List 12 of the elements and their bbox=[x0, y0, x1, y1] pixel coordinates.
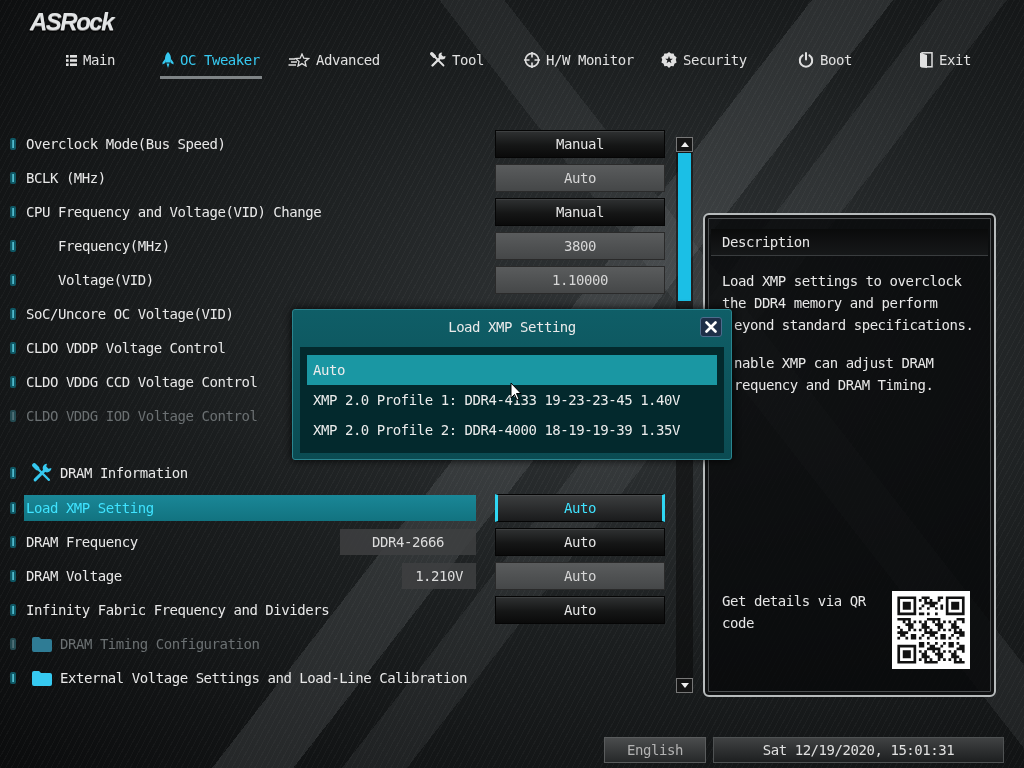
value-readout: 1.210V bbox=[402, 563, 476, 589]
brand-logo: ASRock bbox=[30, 8, 114, 36]
dialog-title: Load XMP Setting bbox=[448, 319, 576, 335]
value-readout: DDR4-2666 bbox=[340, 529, 476, 555]
qr-caption: Get details via QR code bbox=[722, 592, 867, 633]
description-text: Load XMP settings to overclock bbox=[722, 273, 963, 289]
description-text: nable XMP can adjust DRAM bbox=[733, 355, 935, 371]
date-time-display: Sat 12/19/2020, 15:01:31 bbox=[713, 737, 1004, 763]
description-text: requency and DRAM Timing. bbox=[733, 377, 935, 393]
panel-title: Description bbox=[711, 229, 988, 256]
description-text: the DDR4 memory and perform bbox=[722, 295, 939, 311]
description-text: eyond standard specifications. bbox=[733, 317, 975, 333]
